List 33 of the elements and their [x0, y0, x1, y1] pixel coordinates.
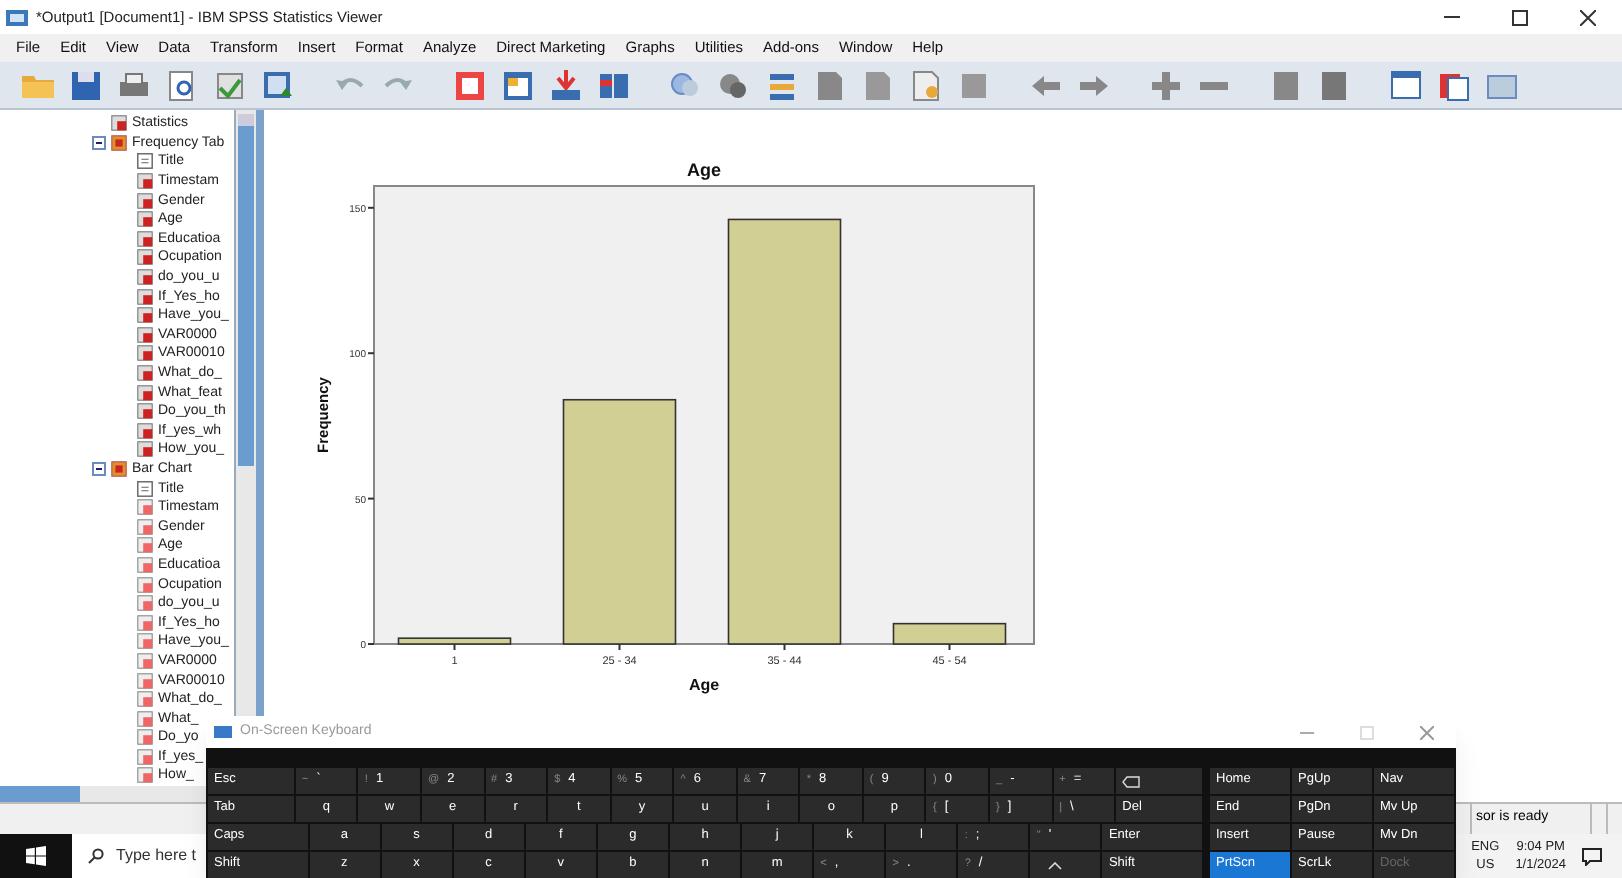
minimize-icon — [1444, 16, 1460, 18]
grid-icon[interactable] — [500, 67, 536, 103]
search-icon — [88, 848, 104, 864]
close-icon — [1580, 9, 1596, 25]
document-icon[interactable] — [212, 67, 248, 103]
grid-icon[interactable] — [452, 67, 488, 103]
page-icon — [136, 479, 154, 498]
axis-title: Age — [688, 676, 720, 694]
chart-title: Age — [687, 160, 721, 180]
close-icon — [1419, 725, 1433, 739]
collapse-icon[interactable] — [92, 135, 106, 150]
caret-up-icon — [1048, 861, 1063, 869]
arrow-up-key[interactable] — [1030, 852, 1101, 878]
app-icon — [6, 7, 28, 27]
window-icon[interactable] — [1388, 67, 1424, 103]
page-icon — [136, 152, 154, 171]
backspace-key[interactable] — [1116, 768, 1202, 794]
maximize-icon — [1359, 725, 1373, 739]
page-icon[interactable] — [908, 67, 944, 103]
table-icon[interactable] — [260, 67, 296, 103]
backspace-icon — [1122, 775, 1141, 787]
keyboard-icon — [214, 726, 232, 738]
notification-icon[interactable] — [1582, 847, 1602, 865]
minimize-icon — [1299, 731, 1313, 733]
maximize-icon — [1512, 9, 1528, 25]
start-button[interactable] — [0, 834, 72, 878]
page-icon[interactable] — [812, 67, 848, 103]
collapse-icon[interactable] — [92, 461, 106, 476]
page-icon[interactable] — [860, 67, 896, 103]
windows-logo-icon — [26, 846, 46, 866]
plus-icon[interactable] — [1148, 67, 1184, 103]
save-icon[interactable] — [68, 67, 104, 103]
download-icon[interactable] — [548, 67, 584, 103]
